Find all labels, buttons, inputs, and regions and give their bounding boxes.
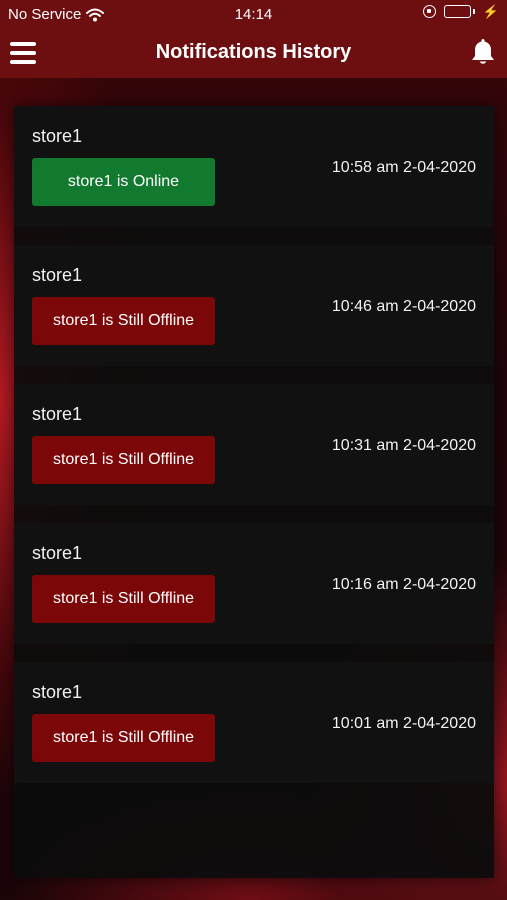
notification-time: 10:16 am 2-04-2020 [331,576,476,593]
notification-time: 10:46 am 2-04-2020 [331,298,476,315]
store-name: store1 [32,682,83,702]
notification-card[interactable]: store1 store1 is Still Offline 10:46 am … [14,245,494,366]
notifications-list[interactable]: store1 store1 is Online 10:58 am 2-04-20… [14,106,494,878]
status-bar: No Service 14:14 ⚡ [0,0,507,28]
charging-bolt-icon: ⚡ [482,4,499,19]
notification-card[interactable]: store1 store1 is Still Offline 10:31 am … [14,384,494,505]
page-title: Notifications History [155,41,352,63]
bell-icon[interactable] [469,37,497,67]
notification-card[interactable]: store1 store1 is Still Offline 10:01 am … [14,662,494,783]
battery-icon [443,5,475,18]
notification-time: 10:31 am 2-04-2020 [331,437,476,454]
status-badge: store1 is Still Offline [32,436,215,484]
notification-card[interactable]: store1 store1 is Still Offline 10:16 am … [14,523,494,644]
status-badge: store1 is Still Offline [32,575,215,623]
notification-card[interactable]: store1 store1 is Online 10:58 am 2-04-20… [14,106,494,227]
store-name: store1 [32,265,83,285]
store-name: store1 [32,126,83,146]
status-right: ⚡ [422,4,499,19]
status-badge: store1 is Online [32,158,215,206]
orientation-lock-icon [422,5,436,18]
store-name: store1 [32,543,83,563]
store-name: store1 [32,404,83,424]
status-badge: store1 is Still Offline [32,297,215,345]
status-badge: store1 is Still Offline [32,714,215,762]
app-header: Notifications History [0,28,507,78]
notification-time: 10:58 am 2-04-2020 [331,159,476,176]
notification-time: 10:01 am 2-04-2020 [331,715,476,732]
